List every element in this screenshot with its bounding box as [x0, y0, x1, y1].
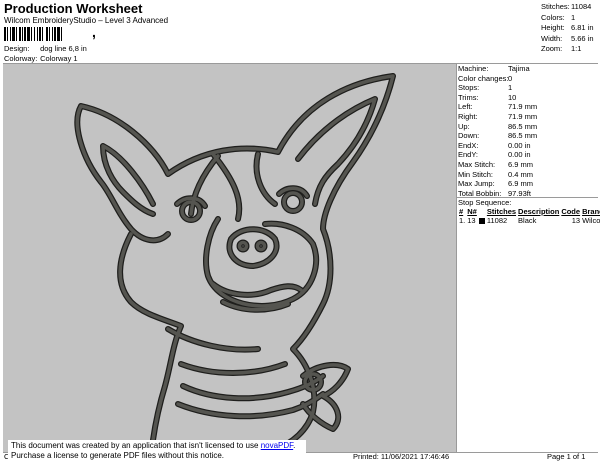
barcode-bar — [49, 27, 50, 41]
info-endy: EndY: 0.00 in — [458, 150, 531, 160]
barcode-bar — [7, 27, 8, 41]
page-count: Page 1 of 1 — [547, 452, 586, 461]
barcode-bar — [27, 27, 30, 41]
info-endx: EndX: 0.00 in — [458, 140, 531, 150]
color-swatch — [478, 218, 485, 225]
cell-color — [478, 216, 486, 225]
cell-code: 13 — [571, 216, 581, 225]
barcode-bar — [34, 27, 35, 41]
page-title: Production Worksheet — [4, 1, 143, 16]
printed-timestamp: Printed: 11/06/2021 17:46:46 — [353, 452, 450, 461]
barcode-bar — [16, 27, 17, 41]
cell-description: Black — [518, 216, 537, 225]
info-max-stitch: Max Stitch: 6.9 mm — [458, 159, 534, 169]
info-machine: Machine: Tajima — [458, 64, 530, 73]
col-color — [478, 207, 486, 216]
col-brand: Brand — [582, 207, 600, 216]
barcode-bar — [4, 27, 6, 41]
machine-info-panel: Machine: Tajima Color changes:0 Stops: 1 T… — [458, 64, 598, 198]
stop-sequence-table: # N# Stitches Description Code Brand 1. … — [458, 207, 600, 225]
cell-brand: Wilcom — [582, 216, 600, 225]
info-left: Left: 71.9 mm — [458, 102, 538, 112]
colorway-label: Colorway: — [4, 54, 38, 63]
dog-embroidery-artwork — [74, 73, 396, 452]
barcode-suffix: , — [92, 24, 96, 40]
barcode-bar — [12, 27, 15, 41]
col-index: # — [459, 207, 464, 216]
col-stitches: Stitches — [486, 207, 517, 216]
info-trims: Trims: 10 — [458, 92, 517, 102]
barcode-bar — [57, 27, 60, 41]
info-up: Up: 86.5 mm — [458, 121, 538, 131]
barcode: , — [4, 24, 130, 41]
barcode-bar — [52, 27, 53, 41]
info-min-stitch: Min Stitch: 0.4 mm — [458, 169, 534, 179]
stop-table-header: # N# Stitches Description Code Brand — [458, 207, 600, 216]
info-stops: Stops: 1 — [458, 83, 513, 93]
colorway-row: Colorway: Colorway 1 — [4, 54, 78, 63]
barcode-bar — [46, 27, 48, 41]
cell-needle: 13 — [467, 216, 476, 225]
stat-stitches: Stitches:11084 — [541, 2, 592, 11]
barcode-bar — [39, 27, 41, 41]
barcode-bar — [61, 27, 62, 41]
software-subtitle: Wilcom EmbroideryStudio – Level 3 Advanc… — [4, 16, 169, 25]
novapdf-link[interactable]: novaPDF — [261, 441, 293, 450]
col-code: Code — [561, 207, 581, 216]
barcode-graphic — [4, 27, 62, 41]
design-stats: Stitches:11084 Colors: 1 Height: 6.81 in W… — [541, 2, 594, 55]
design-preview — [3, 64, 456, 452]
cell-index: 1. — [459, 216, 466, 225]
colorway-value: Colorway 1 — [40, 54, 78, 63]
info-down: Down: 86.5 mm — [458, 131, 538, 141]
barcode-bar — [19, 27, 21, 41]
barcode-bar — [24, 27, 26, 41]
info-color-changes: Color changes:0 — [458, 73, 513, 83]
barcode-bar — [42, 27, 43, 41]
barcode-bar — [54, 27, 56, 41]
panel-divider — [456, 64, 457, 452]
info-right: Right: 71.9 mm — [458, 111, 538, 121]
notice-line-2: Purchase a license to generate PDF files… — [11, 451, 224, 460]
col-description: Description — [518, 207, 560, 216]
barcode-bar — [37, 27, 38, 41]
col-needle: N# — [467, 207, 477, 216]
design-value: dog line 6,8 in — [40, 44, 87, 53]
design-label: Design: — [4, 44, 30, 53]
cell-stitches: 11082 — [486, 216, 508, 225]
stop-sequence-title: Stop Sequence: — [458, 198, 512, 207]
barcode-bar — [31, 27, 32, 41]
stat-colors: Colors: 1 — [541, 12, 576, 22]
license-notice: This document was created by an applicat… — [8, 440, 306, 464]
info-max-jump: Max Jump: 6.9 mm — [458, 179, 534, 189]
barcode-bar — [22, 27, 23, 41]
thread-edge — [74, 73, 396, 452]
notice-line-1: This document was created by an applicat… — [11, 441, 296, 450]
stat-zoom: Zoom: 1:1 — [541, 44, 582, 53]
barcode-bar — [10, 27, 11, 41]
table-row: 1. 13 11082 Black 13 Wilcom — [458, 216, 600, 225]
design-row: Design: dog line 6,8 in — [4, 44, 87, 53]
stat-width: Width: 5.66 in — [541, 33, 594, 43]
stat-height: Height: 6.81 in — [541, 23, 594, 32]
